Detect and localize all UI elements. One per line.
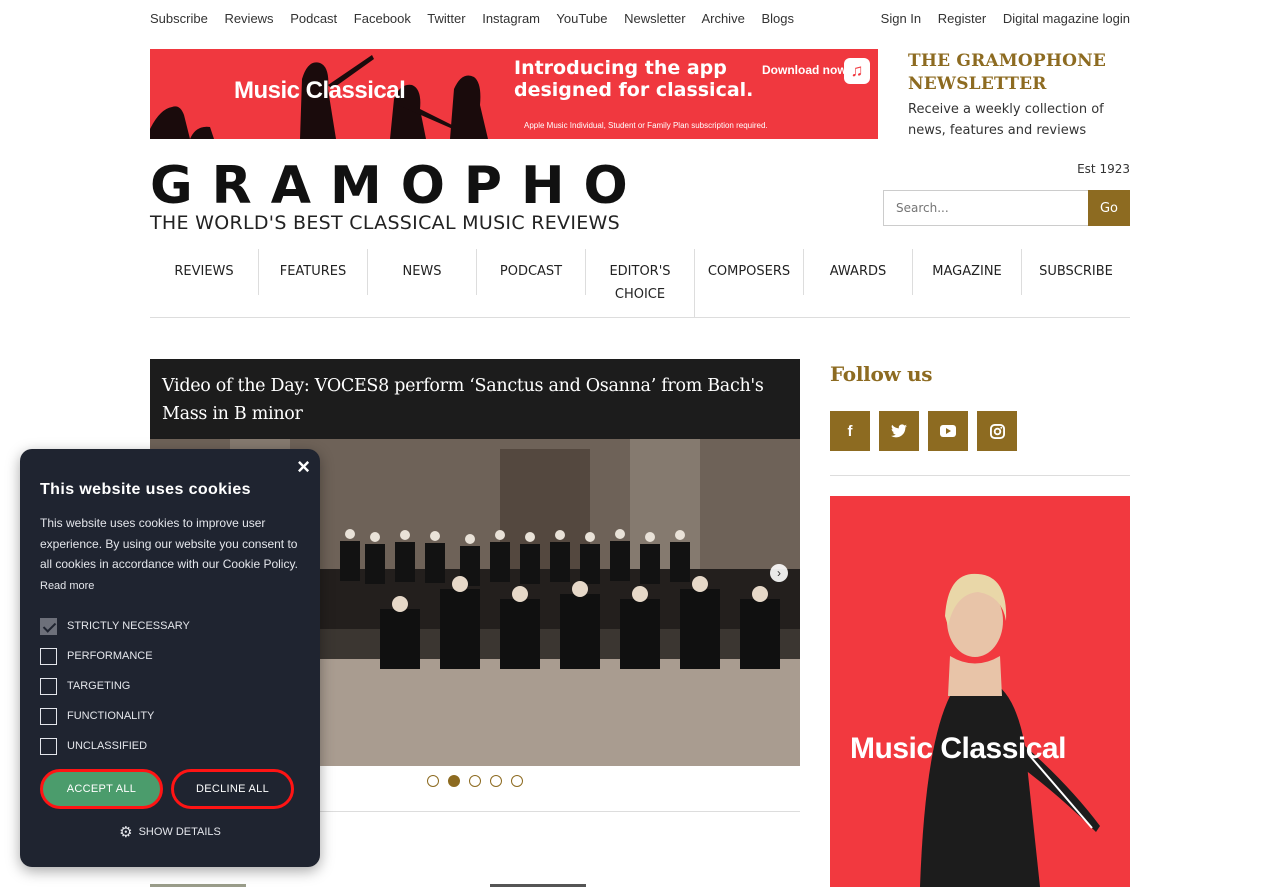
targeting-checkbox[interactable]	[40, 677, 57, 695]
cookie-consent-dialog: × This website uses cookies This website…	[20, 449, 320, 867]
top-link-podcast[interactable]: Podcast	[290, 11, 337, 26]
nav-item-awards[interactable]: AWARDS	[804, 249, 913, 295]
nav-item-composers[interactable]: COMPOSERS	[695, 249, 804, 295]
nav-item-features[interactable]: FEATURES	[259, 249, 368, 295]
follow-divider	[830, 475, 1130, 476]
instagram-icon[interactable]	[977, 411, 1017, 451]
unclassified-checkbox[interactable]	[40, 737, 57, 755]
cookie-description-text: This website uses cookies to improve use…	[40, 516, 298, 571]
banner-ad[interactable]: Music Classical Introducing the app desi…	[150, 49, 878, 139]
instagram-camera-glyph	[989, 423, 1005, 439]
cookie-option-performance[interactable]: PERFORMANCE	[40, 641, 190, 671]
slider-dot-3[interactable]	[469, 775, 481, 787]
banner-brand-text: Music Classical	[234, 77, 406, 104]
nav-item-editors-choice[interactable]: EDITOR'S CHOICE	[586, 249, 695, 317]
youtube-icon[interactable]	[928, 411, 968, 451]
twitter-icon[interactable]	[879, 411, 919, 451]
accept-all-button[interactable]: ACCEPT ALL	[40, 769, 163, 809]
cookie-option-label: FUNCTIONALITY	[67, 710, 155, 722]
youtube-play-glyph	[940, 425, 956, 437]
strictly-necessary-checkbox	[40, 617, 57, 635]
nav-item-podcast[interactable]: PODCAST	[477, 249, 586, 295]
digital-magazine-login-link[interactable]: Digital magazine login	[1003, 11, 1130, 26]
conductor-figure	[920, 573, 1100, 887]
follow-us-section: Follow us	[830, 362, 1130, 386]
newsletter-promo[interactable]: THE GRAMOPHONE NEWSLETTER Receive a week…	[908, 50, 1130, 141]
search-go-button[interactable]: Go	[1088, 190, 1130, 226]
established-label: Est 1923	[1077, 162, 1130, 176]
cookie-title: This website uses cookies	[40, 481, 251, 498]
show-details-label: SHOW DETAILS	[138, 826, 221, 838]
newsletter-title[interactable]: THE GRAMOPHONE NEWSLETTER	[908, 50, 1130, 96]
slider-dot-5[interactable]	[511, 775, 523, 787]
top-link-blogs[interactable]: Blogs	[761, 11, 794, 26]
slider-dot-1[interactable]	[427, 775, 439, 787]
side-ad-brand-text: Music Classical	[850, 732, 1066, 765]
top-link-youtube[interactable]: YouTube	[556, 11, 607, 26]
top-link-archive[interactable]: Archive	[701, 11, 744, 26]
slider-dots	[427, 775, 523, 787]
follow-us-title: Follow us	[830, 362, 933, 386]
top-nav-right: Sign In Register Digital magazine login	[868, 11, 1130, 26]
cookie-option-strictly-necessary: STRICTLY NECESSARY	[40, 611, 190, 641]
newsletter-text: Receive a weekly collection of news, fea…	[908, 102, 1104, 138]
logo-tagline: THE WORLD'S BEST CLASSICAL MUSIC REVIEWS	[150, 212, 620, 234]
cookie-option-targeting[interactable]: TARGETING	[40, 671, 190, 701]
search-form: Go	[883, 190, 1130, 226]
cookie-option-unclassified[interactable]: UNCLASSIFIED	[40, 731, 190, 761]
nav-item-reviews[interactable]: REVIEWS	[150, 249, 259, 295]
close-icon[interactable]: ×	[297, 454, 310, 480]
banner-download-now[interactable]: Download now	[762, 63, 847, 77]
cookie-option-label: UNCLASSIFIED	[67, 740, 148, 752]
nav-item-magazine[interactable]: MAGAZINE	[913, 249, 1022, 295]
cookie-option-functionality[interactable]: FUNCTIONALITY	[40, 701, 190, 731]
read-more-link[interactable]: Read more	[40, 580, 94, 592]
slider-next-button[interactable]: ›	[770, 564, 788, 582]
twitter-bird-glyph	[891, 424, 907, 438]
sign-in-link[interactable]: Sign In	[881, 11, 921, 26]
top-link-reviews[interactable]: Reviews	[224, 11, 273, 26]
facebook-icon[interactable]: f	[830, 411, 870, 451]
decline-all-button[interactable]: DECLINE ALL	[171, 769, 294, 809]
gear-icon: ⚙	[119, 824, 133, 841]
performance-checkbox[interactable]	[40, 647, 57, 665]
cookie-options: STRICTLY NECESSARY PERFORMANCE TARGETING…	[40, 611, 190, 761]
top-link-twitter[interactable]: Twitter	[427, 11, 465, 26]
logo-wordmark: GRAMOPHONE	[150, 160, 626, 212]
side-ad-brand: Music Classical	[850, 732, 1066, 766]
side-ad[interactable]: Music Classical	[830, 496, 1130, 887]
site-logo[interactable]: GRAMOPHONE THE WORLD'S BEST CLASSICAL MU…	[150, 160, 626, 234]
banner-fine-print: Apple Music Individual, Student or Famil…	[524, 121, 768, 130]
cookie-option-label: STRICTLY NECESSARY	[67, 620, 190, 632]
nav-item-subscribe[interactable]: SUBSCRIBE	[1022, 249, 1130, 295]
social-icons: f	[830, 411, 1017, 451]
show-details-toggle[interactable]: ⚙ SHOW DETAILS	[20, 823, 320, 841]
nav-item-news[interactable]: NEWS	[368, 249, 477, 295]
search-input[interactable]	[883, 190, 1088, 226]
banner-headline: Introducing the app designed for classic…	[514, 57, 754, 101]
top-link-newsletter[interactable]: Newsletter	[624, 11, 685, 26]
top-link-facebook[interactable]: Facebook	[354, 11, 411, 26]
top-link-instagram[interactable]: Instagram	[482, 11, 540, 26]
register-link[interactable]: Register	[938, 11, 986, 26]
top-nav-left: Subscribe Reviews Podcast Facebook Twitt…	[150, 11, 807, 26]
slider-dot-4[interactable]	[490, 775, 502, 787]
main-nav: REVIEWS FEATURES NEWS PODCAST EDITOR'S C…	[150, 249, 1130, 318]
slide-caption[interactable]: Video of the Day: VOCES8 perform ‘Sanctu…	[150, 359, 800, 439]
cookie-buttons: ACCEPT ALL DECLINE ALL	[40, 769, 294, 809]
banner-brand: Music Classical	[232, 77, 406, 105]
slider-dot-2[interactable]	[448, 775, 460, 787]
functionality-checkbox[interactable]	[40, 707, 57, 725]
top-link-subscribe[interactable]: Subscribe	[150, 11, 208, 26]
cookie-option-label: PERFORMANCE	[67, 650, 153, 662]
music-note-icon: ♫	[844, 58, 870, 84]
cookie-option-label: TARGETING	[67, 680, 131, 692]
cookie-description: This website uses cookies to improve use…	[40, 513, 302, 596]
top-utility-nav: Subscribe Reviews Podcast Facebook Twitt…	[150, 0, 1130, 37]
